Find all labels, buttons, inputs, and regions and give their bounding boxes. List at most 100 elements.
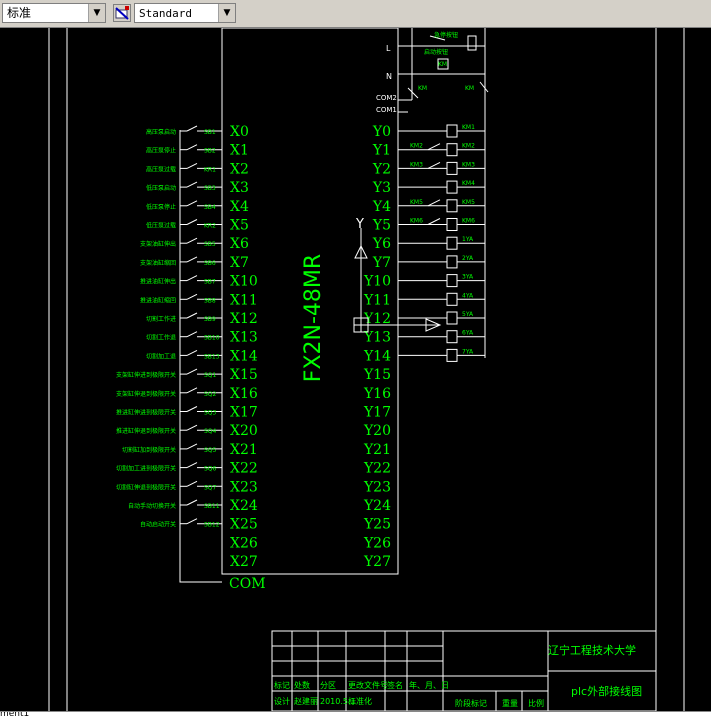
plc-output-y14: Y14 [363, 348, 391, 364]
input-device-desc: 支架油缸伸出 [140, 240, 176, 248]
input-device: 高压泵启动 SB1 [146, 125, 222, 136]
input-device-desc: 低压泵启动 [146, 184, 176, 192]
title-block-header-cell: 分区 [320, 681, 336, 690]
output-contact-label: KM3 [410, 161, 423, 168]
output-coil-label: KM6 [462, 218, 475, 225]
chevron-down-icon[interactable]: ▼ [88, 4, 105, 22]
chevron-down-icon[interactable]: ▼ [218, 4, 235, 22]
output-device: 5YA [398, 311, 485, 325]
output-coil-label: KM1 [462, 124, 475, 131]
power-n-label: N [386, 72, 392, 81]
plc-input-x24: X24 [230, 498, 258, 514]
title-block-sign-cell: 标准化 [348, 696, 372, 706]
input-device: 自动启动开关 SB12 [140, 518, 222, 529]
input-device: 切割工作进 SB9 [146, 312, 222, 323]
plc-input-x26: X26 [230, 535, 258, 551]
text-style-dropdown[interactable]: 标准 ▼ [2, 3, 106, 23]
plc-output-y0: Y0 [372, 124, 391, 140]
plc-output-y11: Y11 [363, 292, 391, 308]
output-device: 2YA [398, 255, 485, 269]
plc-input-x27: X27 [230, 554, 258, 570]
plc-output-y5: Y5 [372, 218, 391, 234]
title-block-header-cell: 年、月、日 [409, 680, 449, 690]
input-device-desc: 切割工作进 [146, 315, 176, 323]
output-device: 1YA [398, 236, 485, 250]
input-device-desc: 切割工作退 [146, 334, 176, 342]
power-com2-label: COM2 [376, 94, 397, 102]
input-device-desc: 自动启动开关 [140, 521, 176, 529]
input-device-desc: 切割缸加到极限开关 [122, 446, 176, 454]
plc-output-y1: Y1 [372, 143, 391, 159]
input-device-list: 高压泵启动 SB1 高压泵停止 SB2 高压泵过载 KR1 低压泵启动 SB3 低压泵停止 SB4… [116, 125, 222, 529]
input-device: 支架油缸伸出 SB5 [140, 237, 222, 248]
input-device-tag: SB11 [204, 503, 220, 510]
input-device: 高压泵停止 SB2 [146, 144, 222, 155]
plc-output-y16: Y16 [363, 386, 391, 402]
plc-input-x22: X22 [230, 461, 258, 477]
dimension-style-icon[interactable] [113, 4, 131, 22]
plc-com-terminal: COM [229, 576, 266, 592]
input-device-desc: 高压泵停止 [146, 147, 176, 155]
input-device: 自动手动切换开关 SB11 [128, 499, 222, 510]
layout-tab[interactable]: ment1 [0, 712, 29, 719]
dim-style-dropdown[interactable]: Standard ▼ [134, 3, 236, 23]
plc-input-x25: X25 [230, 517, 258, 533]
plc-input-x13: X13 [230, 330, 258, 346]
title-block-header-cell: 签名 [387, 680, 403, 690]
input-device: 低压泵启动 SB3 [146, 181, 222, 192]
title-block-stage-cell: 阶段标记 [455, 698, 487, 708]
km-left-label: KM [418, 85, 427, 92]
input-device-tag: SQ2 [204, 391, 217, 398]
plc-output-y3: Y3 [372, 180, 391, 196]
input-device-tag: SQ5 [204, 447, 217, 454]
output-coil-label: 3YA [462, 274, 474, 281]
output-device: KM4 [398, 180, 485, 194]
plc-input-x20: X20 [230, 423, 258, 439]
plc-input-x4: X4 [230, 199, 249, 215]
input-device: 切割缸加到极限开关 SQ5 [122, 443, 222, 454]
output-coil-label: KM3 [462, 161, 475, 168]
input-device-desc: 低压泵停止 [146, 203, 176, 211]
input-device: 切割加工退 SB13 [146, 349, 222, 360]
input-device-tag: SQ1 [204, 372, 217, 379]
plc-input-x12: X12 [230, 311, 258, 327]
drawing-canvas[interactable]: FX2N-48MR X0 X1 X2 X3 X4 X5 X6 X7 X10 X11 X12 X13 X1… [0, 28, 711, 711]
plc-output-y17: Y17 [363, 405, 391, 421]
output-coil-label: 2YA [462, 255, 474, 262]
title-block-header-cell: 更改文件号 [348, 680, 388, 690]
plc-input-x16: X16 [230, 386, 258, 402]
output-device: KM1 [398, 124, 485, 138]
output-contact-label: KM6 [410, 218, 423, 225]
input-device-tag: SB12 [204, 522, 220, 529]
input-device: 推进油缸伸出 SB7 [140, 275, 222, 286]
input-device-tag: SB1 [204, 129, 216, 136]
school-name: 辽宁工程技术大学 [548, 643, 636, 657]
input-device: 推进油缸缩回 SB8 [140, 293, 222, 304]
input-device-desc: 高压泵过载 [146, 165, 176, 173]
output-coil-label: KM2 [462, 143, 475, 150]
output-device: KM3 KM3 [398, 161, 485, 175]
plc-output-y23: Y23 [363, 479, 391, 495]
input-device-tag: SB9 [204, 316, 216, 323]
output-coil-label: KM4 [462, 180, 475, 187]
plc-input-x23: X23 [230, 479, 258, 495]
output-device: KM5 KM5 [398, 199, 485, 213]
input-device-tag: SB10 [204, 335, 220, 342]
plc-input-x1: X1 [230, 143, 249, 159]
properties-toolbar: 标准 ▼ Standard ▼ [0, 0, 711, 28]
plc-input-x0: X0 [230, 124, 249, 140]
input-device-tag: SB6 [204, 260, 216, 267]
drawing-title: plc外部接线图 [571, 684, 642, 698]
input-device: 低压泵停止 SB4 [146, 200, 222, 211]
plc-output-y26: Y26 [363, 535, 391, 551]
output-coil-label: 4YA [462, 292, 474, 299]
input-device-tag: KR1 [204, 166, 216, 173]
km-right-label: KM [465, 85, 474, 92]
input-device-tag: SB8 [204, 297, 216, 304]
plc-output-y21: Y21 [363, 442, 391, 458]
output-coil-label: 6YA [462, 330, 474, 337]
plc-output-y25: Y25 [363, 517, 391, 533]
plc-output-y10: Y10 [363, 274, 391, 290]
plc-input-x21: X21 [230, 442, 258, 458]
dim-style-value: Standard [139, 7, 192, 20]
